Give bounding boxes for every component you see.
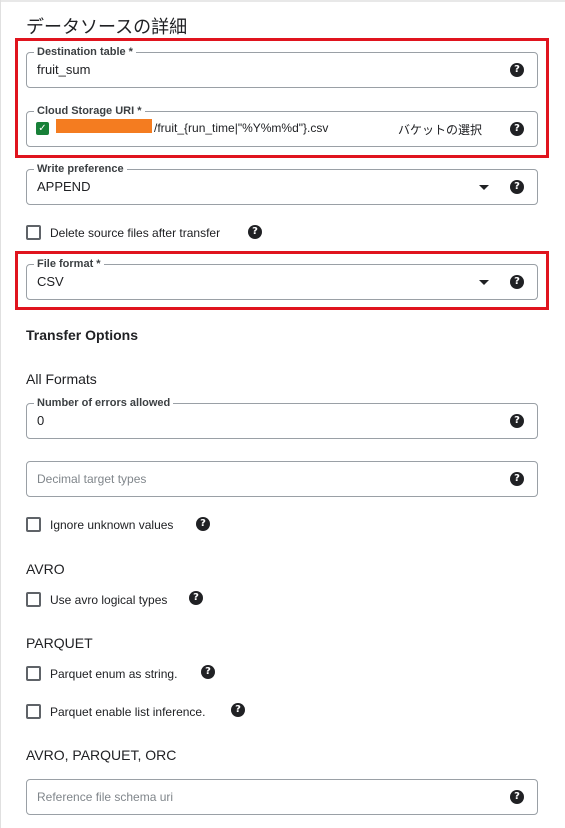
parquet-enum-checkbox[interactable] [26, 666, 41, 681]
errors-allowed-field[interactable]: Number of errors allowed 0 ? [26, 396, 538, 439]
page-title: データソースの詳細 [26, 17, 188, 38]
parquet-list-inference-checkbox[interactable] [26, 704, 41, 719]
delete-source-label: Delete source files after transfer [50, 226, 221, 240]
help-icon[interactable]: ? [510, 414, 524, 428]
avro-parquet-orc-title: AVRO, PARQUET, ORC [26, 747, 177, 763]
avro-logical-types-checkbox[interactable] [26, 592, 41, 607]
all-formats-title: All Formats [26, 371, 97, 387]
reference-schema-uri-placeholder: Reference file schema uri [37, 790, 174, 804]
write-preference-value: APPEND [37, 179, 91, 194]
help-icon[interactable]: ? [510, 790, 524, 804]
highlight-box-file-format [15, 251, 549, 310]
help-icon[interactable]: ? [189, 591, 203, 605]
decimal-target-types-placeholder: Decimal target types [37, 472, 147, 486]
help-icon[interactable]: ? [196, 517, 210, 531]
errors-allowed-label: Number of errors allowed [34, 396, 174, 410]
ignore-unknown-checkbox[interactable] [26, 517, 41, 532]
avro-logical-types-label: Use avro logical types [50, 593, 168, 607]
help-icon[interactable]: ? [248, 225, 262, 239]
ignore-unknown-label: Ignore unknown values [50, 518, 174, 532]
parquet-list-inference-label: Parquet enable list inference. [50, 705, 206, 719]
delete-source-checkbox[interactable] [26, 225, 41, 240]
parquet-title: PARQUET [26, 635, 93, 651]
help-icon[interactable]: ? [510, 180, 524, 194]
errors-allowed-value[interactable]: 0 [37, 413, 44, 428]
dropdown-caret-icon [479, 185, 489, 190]
left-border [0, 0, 1, 828]
help-icon[interactable]: ? [231, 703, 245, 717]
avro-title: AVRO [26, 561, 65, 577]
help-icon[interactable]: ? [510, 472, 524, 486]
reference-schema-uri-field[interactable]: Reference file schema uri ? [26, 779, 538, 815]
parquet-enum-label: Parquet enum as string. [50, 667, 178, 681]
help-icon[interactable]: ? [201, 665, 215, 679]
top-border [0, 0, 565, 2]
transfer-options-title: Transfer Options [26, 327, 139, 343]
write-preference-label: Write preference [34, 162, 127, 176]
highlight-box-destination-uri [15, 38, 549, 158]
write-preference-select[interactable]: Write preference APPEND ? [26, 162, 538, 205]
decimal-target-types-field[interactable]: Decimal target types ? [26, 461, 538, 497]
